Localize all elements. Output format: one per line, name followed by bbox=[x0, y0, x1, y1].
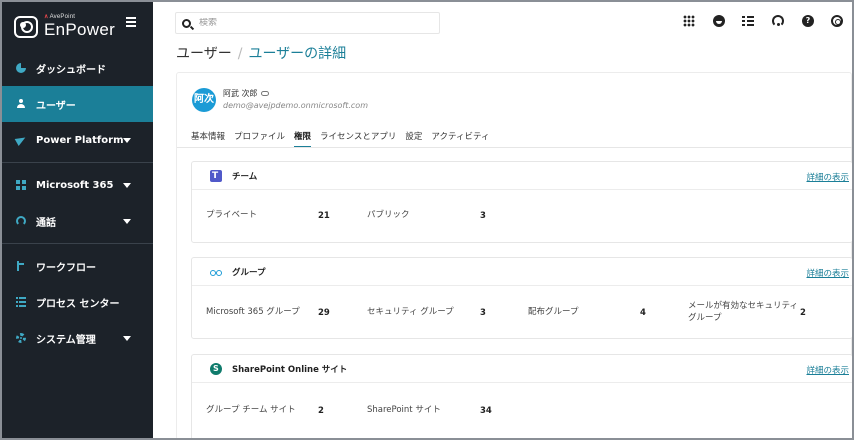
sidebar-item-label: プロセス センター bbox=[36, 298, 120, 310]
sidebar-item-label: 通話 bbox=[36, 217, 56, 229]
tabs-divider bbox=[177, 147, 853, 148]
top-bar: ? bbox=[153, 0, 854, 44]
tasks-icon[interactable] bbox=[742, 15, 754, 27]
stat-label: メールが有効なセキュリティ グループ bbox=[688, 301, 798, 323]
user-icon bbox=[16, 99, 26, 109]
sidebar-item-power-platform[interactable]: Power Platform bbox=[0, 122, 153, 158]
sidebar-item-microsoft-365[interactable]: Microsoft 365 bbox=[0, 167, 153, 203]
stat-value: 34 bbox=[480, 406, 492, 416]
stat-value: 21 bbox=[318, 211, 330, 221]
feedback-icon[interactable] bbox=[713, 15, 725, 27]
tab-permissions[interactable]: 権限 bbox=[294, 130, 312, 148]
stat-label: Microsoft 365 グループ bbox=[206, 307, 300, 317]
tab-profile[interactable]: プロファイル bbox=[234, 130, 285, 148]
user-name-text: 阿武 次郎 bbox=[223, 89, 258, 98]
sidebar-item-calls[interactable]: 通話 bbox=[0, 203, 153, 239]
stat-label: パブリック bbox=[367, 210, 410, 220]
stat-value: 2 bbox=[318, 406, 324, 416]
nav-divider bbox=[0, 162, 153, 163]
tab-licenses-apps[interactable]: ライセンスとアプリ bbox=[320, 130, 396, 148]
teams-card: チーム 詳細の表示 プライベート 21 パブリック 3 bbox=[191, 161, 853, 243]
sidebar-item-users[interactable]: ユーザー bbox=[0, 86, 153, 122]
search-box[interactable] bbox=[175, 12, 440, 34]
stat-value: 2 bbox=[800, 308, 806, 318]
stat-label: SharePoint サイト bbox=[367, 405, 441, 415]
sharepoint-icon bbox=[210, 362, 222, 375]
view-details-link[interactable]: 詳細の表示 bbox=[806, 267, 849, 279]
dashboard-icon bbox=[16, 63, 26, 73]
stat-label: グループ チーム サイト bbox=[206, 405, 296, 415]
breadcrumb-separator: / bbox=[237, 46, 243, 62]
chevron-down-icon bbox=[123, 219, 131, 224]
menu-toggle-icon[interactable] bbox=[126, 17, 136, 27]
stat-value: 3 bbox=[480, 308, 486, 318]
group-icon bbox=[210, 266, 222, 278]
card-title: チーム bbox=[232, 171, 258, 182]
microsoft-365-icon bbox=[16, 180, 26, 190]
lifebuoy-icon[interactable] bbox=[831, 15, 843, 27]
chevron-down-icon bbox=[123, 336, 131, 341]
tab-basic-info[interactable]: 基本情報 bbox=[191, 130, 225, 148]
avatar: 阿次 bbox=[192, 88, 216, 112]
help-icon[interactable]: ? bbox=[802, 15, 814, 27]
detail-tabs: 基本情報 プロファイル 権限 ライセンスとアプリ 設定 アクティビティ bbox=[191, 130, 498, 148]
user-name: 阿武 次郎 bbox=[223, 88, 269, 99]
support-icon[interactable] bbox=[772, 15, 784, 27]
stat-value: 29 bbox=[318, 308, 330, 318]
user-email: demo@avejpdemo.onmicrosoft.com bbox=[223, 101, 368, 110]
sidebar-item-label: Microsoft 365 bbox=[36, 179, 114, 191]
card-title: グループ bbox=[232, 267, 266, 278]
view-details-link[interactable]: 詳細の表示 bbox=[806, 364, 849, 376]
search-input[interactable] bbox=[199, 18, 419, 28]
call-icon bbox=[16, 216, 26, 226]
sharepoint-card: SharePoint Online サイト 詳細の表示 グループ チーム サイト… bbox=[191, 354, 853, 440]
sidebar-item-process-center[interactable]: プロセス センター bbox=[0, 284, 153, 320]
system-admin-icon bbox=[16, 333, 26, 343]
stat-label: プライベート bbox=[206, 210, 258, 220]
card-title: SharePoint Online サイト bbox=[232, 364, 348, 375]
sidebar-item-label: ワークフロー bbox=[36, 262, 96, 274]
sidebar-item-system-admin[interactable]: システム管理 bbox=[0, 320, 153, 356]
stat-label: 配布グループ bbox=[528, 307, 579, 317]
sidebar-nav: ダッシュボード ユーザー Power Platform Microsoft 36… bbox=[0, 50, 153, 356]
sidebar-item-dashboard[interactable]: ダッシュボード bbox=[0, 50, 153, 86]
card-header: グループ 詳細の表示 bbox=[192, 258, 852, 286]
enpower-logo-icon bbox=[14, 16, 38, 38]
card-header: チーム 詳細の表示 bbox=[192, 162, 852, 190]
power-platform-icon bbox=[16, 135, 26, 145]
sidebar-item-workflow[interactable]: ワークフロー bbox=[0, 248, 153, 284]
brand-logo[interactable]: AvePoint EnPower bbox=[12, 10, 142, 44]
breadcrumb: ユーザー / ユーザーの詳細 bbox=[176, 43, 346, 63]
breadcrumb-parent[interactable]: ユーザー bbox=[176, 46, 232, 62]
sidebar-item-label: システム管理 bbox=[36, 334, 96, 346]
stat-label: セキュリティ グループ bbox=[367, 307, 454, 317]
stat-value: 3 bbox=[480, 211, 486, 221]
view-details-link[interactable]: 詳細の表示 bbox=[806, 171, 849, 183]
sidebar-item-label: ユーザー bbox=[36, 100, 76, 112]
nav-divider bbox=[0, 243, 153, 244]
sidebar-item-label: ダッシュボード bbox=[36, 64, 106, 76]
apps-icon[interactable] bbox=[683, 15, 695, 27]
brand-vendor: AvePoint bbox=[44, 13, 75, 20]
card-header: SharePoint Online サイト 詳細の表示 bbox=[192, 355, 852, 383]
stat-value: 4 bbox=[640, 308, 646, 318]
workflow-icon bbox=[16, 261, 26, 271]
tab-settings[interactable]: 設定 bbox=[405, 130, 422, 148]
process-center-icon bbox=[16, 297, 26, 307]
chevron-down-icon bbox=[123, 138, 131, 143]
chevron-down-icon bbox=[123, 183, 131, 188]
brand-product: EnPower bbox=[44, 20, 116, 39]
sidebar: AvePoint EnPower ダッシュボード ユーザー Power Plat… bbox=[0, 0, 153, 440]
tab-activity[interactable]: アクティビティ bbox=[431, 130, 489, 148]
groups-card: グループ 詳細の表示 Microsoft 365 グループ 29 セキュリティ … bbox=[191, 257, 853, 339]
page-title: ユーザーの詳細 bbox=[248, 46, 347, 62]
sidebar-item-label: Power Platform bbox=[36, 134, 124, 146]
teams-icon bbox=[210, 169, 222, 182]
cloud-icon bbox=[260, 91, 269, 96]
search-icon bbox=[182, 18, 191, 28]
user-detail-panel: 阿次 阿武 次郎 demo@avejpdemo.onmicrosoft.com … bbox=[176, 72, 853, 440]
